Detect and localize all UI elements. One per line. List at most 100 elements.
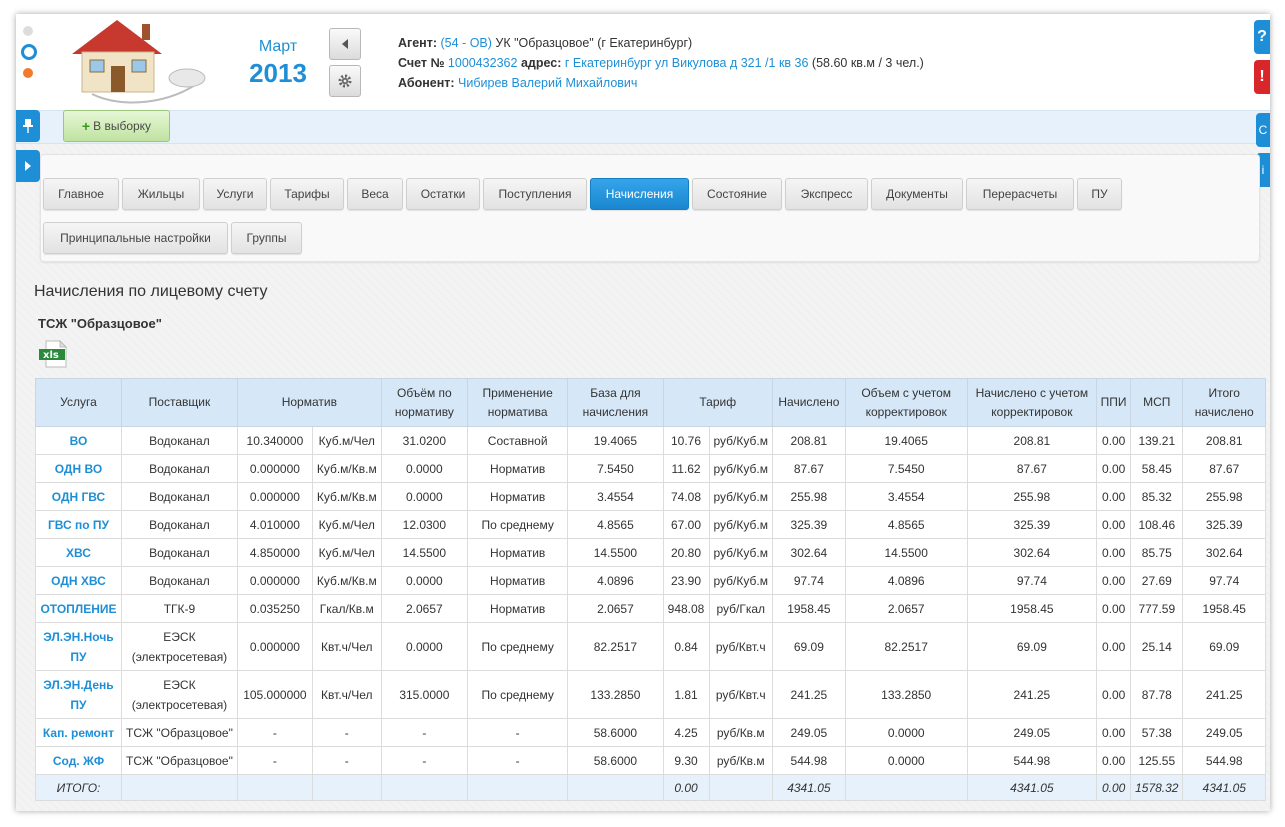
table-cell: Норматив [466,566,569,595]
tab-receipts[interactable]: Поступления [483,178,587,210]
account-number-link[interactable]: 1000432362 [448,56,518,70]
col-base[interactable]: База для начисления [567,378,664,427]
tab-recalculations[interactable]: Перерасчеты [966,178,1074,210]
add-to-selection-button[interactable]: + В выборку [63,110,170,142]
table-cell: 0.000000 [236,622,313,671]
arrow-right-icon [25,161,31,171]
table-cell: руб/Куб.м [708,538,773,567]
service-link[interactable]: ГВС по ПУ [35,510,122,539]
table-cell: 241.25 [771,670,846,719]
col-norm-application[interactable]: Применение норматива [466,378,569,427]
house-logo-icon [72,20,206,104]
table-cell: 0.00 [1096,454,1132,483]
table-cell: По среднему [466,670,569,719]
tab-tariffs[interactable]: Тарифы [270,178,344,210]
col-total[interactable]: Итого начислено [1182,378,1266,427]
table-cell: ТГК-9 [120,594,238,623]
table-row: ЭЛ.ЭН.Ночь ПУ ЕЭСК (электросетевая) 0.0000… [35,622,1266,671]
service-link[interactable]: Кап. ремонт [35,718,122,747]
period-month[interactable]: Март [242,38,314,56]
col-charged[interactable]: Начислено [771,378,846,427]
table-cell: 0.0000 [380,454,469,483]
help-button[interactable]: ? [1254,20,1270,54]
table-cell: 82.2517 [844,622,968,671]
col-volume-corrected[interactable]: Объем с учетом корректировок [844,378,968,427]
col-norm[interactable]: Норматив [236,378,382,427]
table-cell: 0.00 [1096,594,1132,623]
service-link[interactable]: ВО [35,426,122,455]
table-cell: 0.00 [1096,718,1132,747]
table-cell: Водоканал [120,510,238,539]
service-link[interactable]: ЭЛ.ЭН.День ПУ [35,670,122,719]
tab-express[interactable]: Экспресс [785,178,868,210]
tab-balances[interactable]: Остатки [406,178,480,210]
table-row: Сод. ЖФ ТСЖ "Образцовое" - - - -58.6000 9.30 ру… [35,746,1266,775]
table-cell: 0.0000 [380,566,469,595]
page-title: Начисления по лицевому счету [34,283,268,300]
col-provider[interactable]: Поставщик [120,378,238,427]
table-cell: 302.64 [966,538,1098,567]
table-cell: Куб.м/Чел [311,426,382,455]
table-cell: 14.5500 [567,538,664,567]
tab-residents[interactable]: Жильцы [122,178,200,210]
prev-button[interactable] [329,28,361,60]
tab-main[interactable]: Главное [43,178,119,210]
col-charged-corrected[interactable]: Начислено с учетом корректировок [966,378,1098,427]
table-cell: 0.00 [1096,426,1132,455]
expand-tab[interactable] [16,150,40,182]
tab-meters[interactable]: ПУ [1077,178,1122,210]
service-link[interactable]: ЭЛ.ЭН.Ночь ПУ [35,622,122,671]
table-cell: 0.84 [662,622,710,671]
col-service[interactable]: Услуга [35,378,122,427]
plus-icon: + [81,118,91,134]
col-tariff[interactable]: Тариф [662,378,773,427]
table-cell: 27.69 [1130,566,1184,595]
service-link[interactable]: ОДН ВО [35,454,122,483]
table-cell: руб/Куб.м [708,482,773,511]
mode-dot-grey[interactable] [23,26,33,36]
period-year[interactable]: 2013 [242,58,314,89]
table-cell: 19.4065 [567,426,664,455]
total-cell: ИТОГО: [35,774,122,801]
table-cell: 325.39 [1182,510,1266,539]
tab-documents[interactable]: Документы [871,178,963,210]
subscriber-link[interactable]: Чибирев Валерий Михайлович [458,76,637,90]
table-cell: 241.25 [1182,670,1266,719]
agent-link[interactable]: (54 - ОВ) [441,36,492,50]
table-cell: 58.6000 [567,746,664,775]
service-link[interactable]: ХВС [35,538,122,567]
address-link[interactable]: г Екатеринбург ул Викулова д 321 /1 кв 3… [565,56,809,70]
tab-services[interactable]: Услуги [203,178,267,210]
tab-groups[interactable]: Группы [231,222,302,254]
right-tab-1[interactable]: С [1256,113,1270,147]
table-cell: 208.81 [771,426,846,455]
tab-charges[interactable]: Начисления [590,178,689,210]
charges-table: Услуга Поставщик Норматив Объём по норма… [35,378,1266,801]
mode-dot-orange[interactable] [23,68,33,78]
empty-cell [120,774,238,801]
mode-dot-blue[interactable] [21,44,37,60]
service-link[interactable]: ОДН ХВС [35,566,122,595]
service-link[interactable]: ОТОПЛЕНИЕ [35,594,122,623]
alert-button[interactable]: ! [1254,60,1270,94]
col-msp[interactable]: МСП [1130,378,1184,427]
table-cell: 97.74 [1182,566,1266,595]
table-cell: 69.09 [966,622,1098,671]
table-cell: ТСЖ "Образцовое" [120,746,238,775]
table-row: ГВС по ПУ Водоканал 4.010000 Куб.м/Чел 12.03… [35,510,1266,539]
table-cell: 23.90 [662,566,710,595]
pin-tab[interactable] [16,110,40,142]
arrow-left-icon [342,39,348,49]
empty-cell [567,774,664,801]
table-cell: - [380,746,469,775]
col-ppi[interactable]: ППИ [1096,378,1132,427]
tab-weights[interactable]: Веса [347,178,403,210]
service-link[interactable]: Сод. ЖФ [35,746,122,775]
settings-button[interactable] [329,65,361,97]
tab-principal-settings[interactable]: Принципальные настройки [43,222,228,254]
service-link[interactable]: ОДН ГВС [35,482,122,511]
excel-export-icon[interactable]: xls [38,339,70,369]
gear-icon [338,74,352,88]
col-norm-volume[interactable]: Объём по нормативу [380,378,469,427]
tab-state[interactable]: Состояние [692,178,782,210]
